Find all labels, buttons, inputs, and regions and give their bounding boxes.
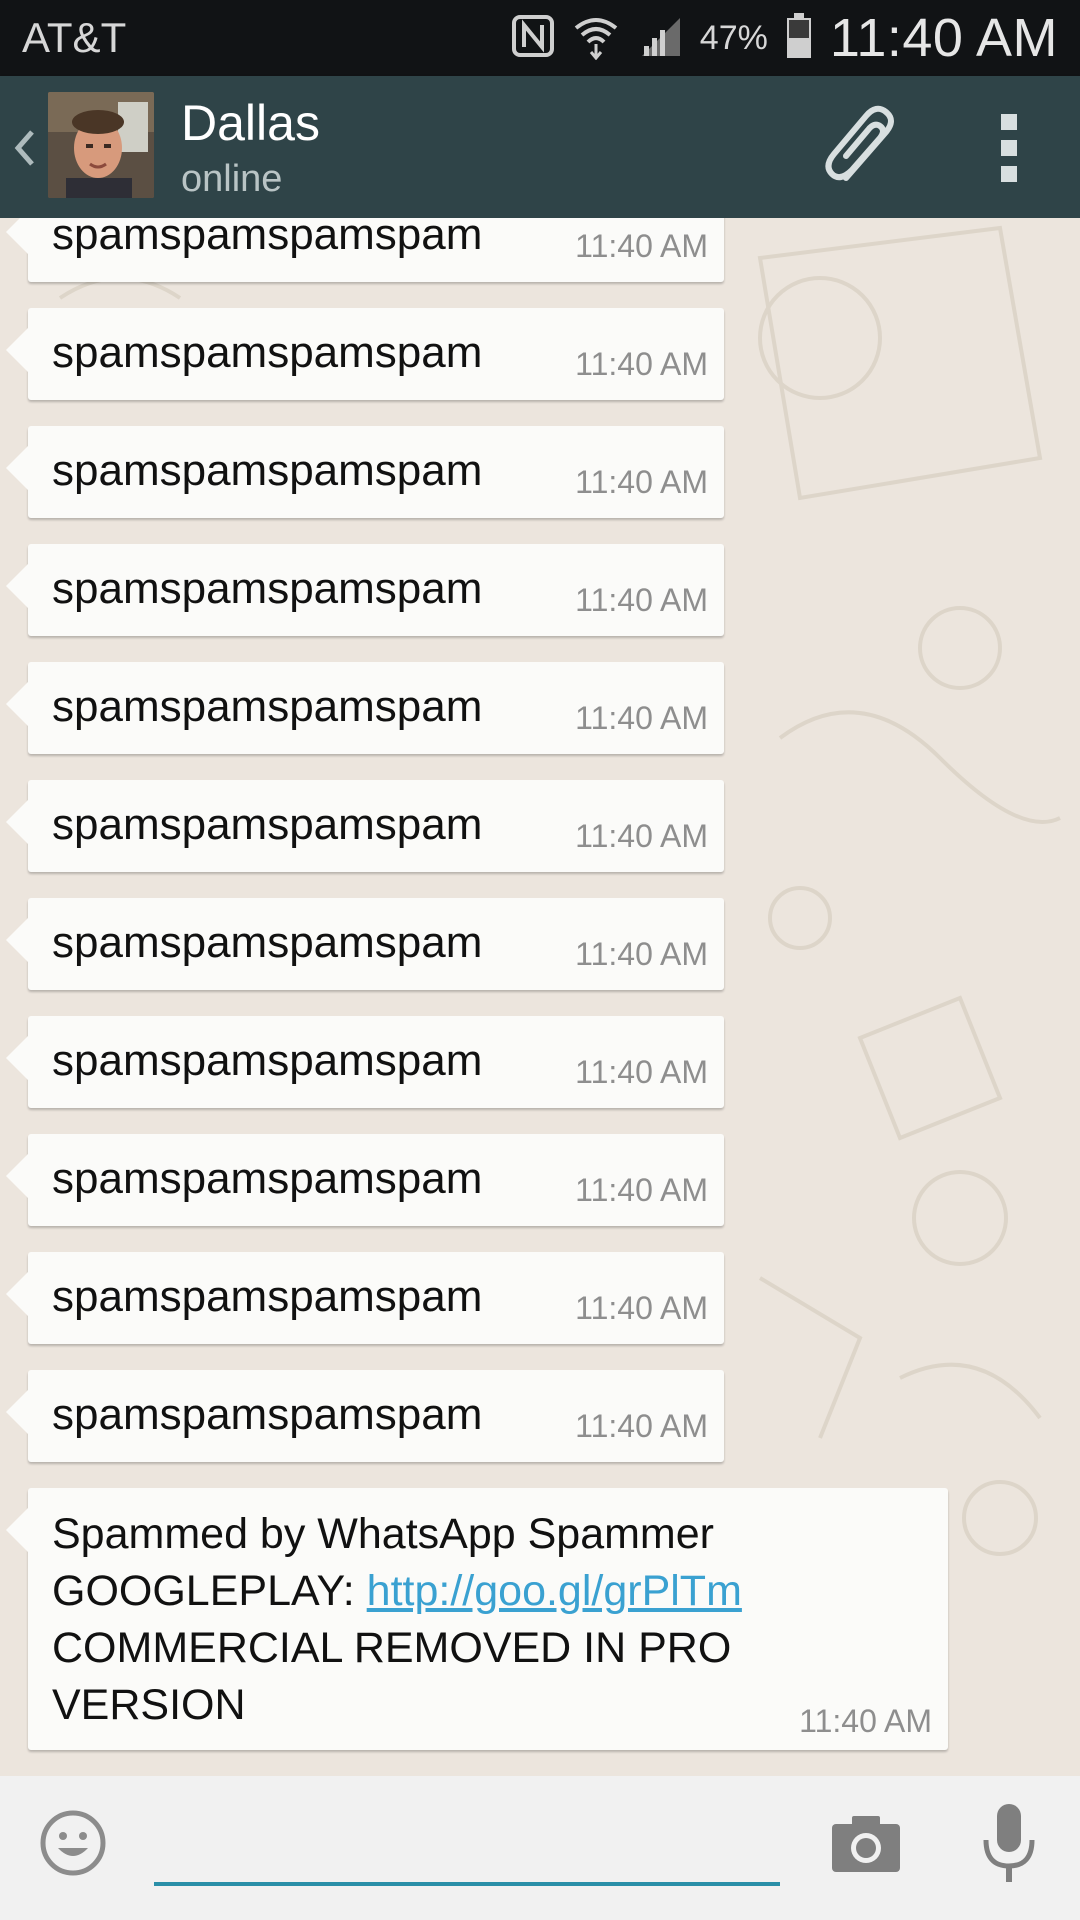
chat-header: Dallas online [0, 76, 1080, 218]
messages-column: spamspamspamspam 11:40 AM spamspamspamsp… [0, 218, 1080, 1750]
message-list[interactable]: spamspamspamspam 11:40 AM spamspamspamsp… [0, 218, 1080, 1776]
back-chevron-icon[interactable] [10, 120, 38, 176]
nfc-icon [511, 14, 554, 62]
battery-percent: 47% [699, 18, 768, 57]
message-time: 11:40 AM [575, 700, 708, 736]
incoming-message[interactable]: spamspamspamspam 11:40 AM [6, 780, 724, 872]
status-icons: 47% 11:40 AM [511, 6, 1058, 70]
promo-line-4: VERSION [52, 1681, 246, 1729]
incoming-message[interactable]: spamspamspamspam 11:40 AM [6, 898, 724, 990]
message-time: 11:40 AM [575, 582, 708, 618]
incoming-message[interactable]: spamspamspamspam 11:40 AM [6, 1016, 724, 1108]
promo-prefix: GOOGLEPLAY: [52, 1567, 367, 1615]
contact-name[interactable]: Dallas [181, 94, 320, 152]
incoming-message[interactable]: spamspamspamspam 11:40 AM [6, 1134, 724, 1226]
message-time: 11:40 AM [575, 1172, 708, 1208]
incoming-message[interactable]: spamspamspamspam 11:40 AM [6, 426, 724, 518]
incoming-message[interactable]: spamspamspamspam 11:40 AM [6, 544, 724, 636]
message-text: spamspamspamspam [52, 1036, 483, 1085]
message-time: 11:40 AM [575, 228, 708, 264]
promo-line-1: Spammed by WhatsApp Spammer [52, 1510, 714, 1558]
signal-icon [638, 14, 682, 63]
message-text: spamspamspamspam [52, 682, 483, 731]
status-clock: 11:40 AM [829, 8, 1058, 68]
message-text: spamspamspamspam [52, 218, 483, 259]
message-time: 11:40 AM [575, 936, 708, 972]
message-time: 11:40 AM [575, 464, 708, 500]
carrier-label: AT&T [22, 14, 127, 61]
message-time: 11:40 AM [575, 1290, 708, 1326]
incoming-message[interactable]: spamspamspamspam 11:40 AM [6, 218, 724, 282]
message-text: spamspamspamspam [52, 1272, 483, 1321]
message-text: spamspamspamspam [52, 918, 483, 967]
camera-icon[interactable] [830, 1812, 902, 1874]
promo-message[interactable]: Spammed by WhatsApp Spammer GOOGLEPLAY: … [6, 1488, 948, 1750]
message-text: spamspamspamspam [52, 446, 483, 495]
paperclip-icon[interactable] [816, 102, 912, 198]
whatsapp-chat-screen: AT&T 47% 11:40 AM Dallas online spamspam… [0, 0, 1080, 1920]
incoming-message[interactable]: spamspamspamspam 11:40 AM [6, 662, 724, 754]
avatar[interactable] [48, 92, 154, 198]
promo-line-2: GOOGLEPLAY: http://goo.gl/grPlTm [52, 1563, 912, 1620]
incoming-message[interactable]: spamspamspamspam 11:40 AM [6, 1252, 724, 1344]
message-input[interactable] [154, 1812, 780, 1886]
message-time: 11:40 AM [575, 1408, 708, 1444]
battery-icon [786, 12, 812, 64]
message-time: 11:40 AM [575, 818, 708, 854]
emoji-icon[interactable] [38, 1808, 108, 1878]
status-bar: AT&T 47% 11:40 AM [0, 0, 1080, 76]
overflow-menu-icon[interactable] [984, 110, 1034, 186]
message-text: spamspamspamspam [52, 328, 483, 377]
message-text: spamspamspamspam [52, 800, 483, 849]
wifi-icon [572, 12, 620, 65]
promo-link[interactable]: http://goo.gl/grPlTm [367, 1567, 742, 1615]
message-text: spamspamspamspam [52, 1390, 483, 1439]
incoming-message[interactable]: spamspamspamspam 11:40 AM [6, 308, 724, 400]
microphone-icon[interactable] [978, 1802, 1040, 1888]
contact-status: online [181, 158, 283, 200]
incoming-message[interactable]: spamspamspamspam 11:40 AM [6, 1370, 724, 1462]
message-text: spamspamspamspam [52, 1154, 483, 1203]
message-text: spamspamspamspam [52, 564, 483, 613]
promo-message-body: Spammed by WhatsApp Spammer GOOGLEPLAY: … [52, 1506, 912, 1734]
message-time: 11:40 AM [575, 346, 708, 382]
compose-bar [0, 1776, 1080, 1920]
promo-line-3: COMMERCIAL REMOVED IN PRO [52, 1624, 732, 1672]
message-time: 11:40 AM [575, 1054, 708, 1090]
message-time: 11:40 AM [799, 1703, 932, 1739]
